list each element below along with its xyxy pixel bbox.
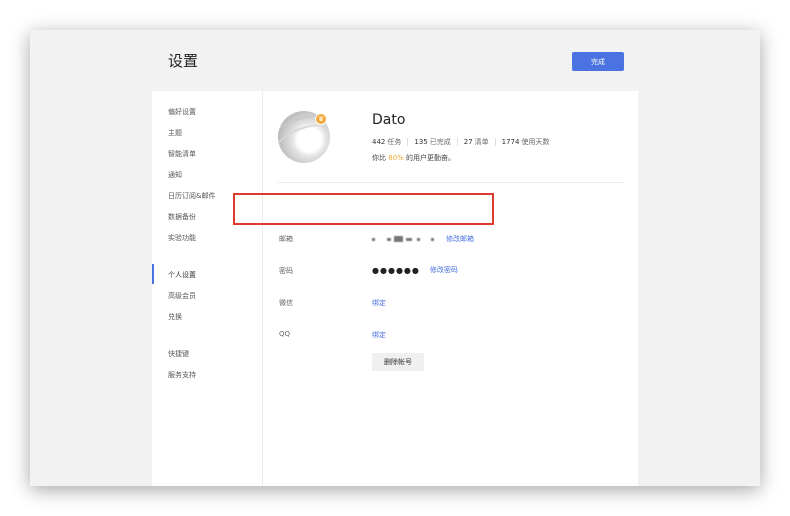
change-email-link[interactable]: 修改邮箱 bbox=[446, 234, 474, 244]
stat-tasks-label: 任务 bbox=[387, 138, 402, 146]
diligence-text: 你比 80% 的用户更勤奋。 bbox=[372, 153, 455, 163]
sidebar-item-calendar-email[interactable]: 日历订阅&邮件 bbox=[168, 191, 215, 201]
password-label: 密码 bbox=[279, 267, 293, 275]
sidebar-item-redeem[interactable]: 兑换 bbox=[168, 312, 182, 322]
settings-window: 设置 完成 偏好设置 主题 智能清单 通知 日历订阅&邮件 数据备份 实验功能 … bbox=[30, 30, 760, 486]
wechat-value: 绑定 bbox=[372, 298, 386, 308]
diligence-suffix: 的用户更勤奋。 bbox=[406, 154, 456, 162]
delete-account-button[interactable]: 删除帐号 bbox=[372, 353, 424, 371]
sidebar-item-theme[interactable]: 主题 bbox=[168, 128, 182, 138]
stat-divider bbox=[494, 138, 496, 146]
bind-wechat-link[interactable]: 绑定 bbox=[372, 298, 386, 308]
sidebar-item-premium[interactable]: 高级会员 bbox=[168, 291, 196, 301]
done-button[interactable]: 完成 bbox=[572, 52, 624, 71]
bind-qq-link[interactable]: 绑定 bbox=[372, 330, 386, 340]
email-label: 邮箱 bbox=[279, 235, 293, 243]
crown-icon: ♛ bbox=[315, 113, 327, 125]
profile-divider bbox=[278, 182, 624, 183]
sidebar-item-support[interactable]: 服务支持 bbox=[168, 370, 196, 380]
user-stats: 442 任务 135 已完成 27 清单 1774 使用天数 bbox=[372, 137, 550, 147]
active-indicator bbox=[152, 264, 154, 284]
diligence-prefix: 你比 bbox=[372, 154, 386, 162]
stat-tasks-count: 442 bbox=[372, 138, 386, 146]
change-password-link[interactable]: 修改密码 bbox=[430, 265, 458, 275]
sidebar-item-backup[interactable]: 数据备份 bbox=[168, 212, 196, 222]
wechat-label: 微信 bbox=[279, 299, 293, 307]
password-masked: ●●●●●● bbox=[372, 265, 420, 275]
qq-value: 绑定 bbox=[372, 330, 386, 340]
stat-days-count: 1774 bbox=[501, 138, 520, 146]
stat-lists-count: 27 bbox=[463, 138, 473, 146]
password-value: ●●●●●● 修改密码 bbox=[372, 265, 458, 275]
sidebar-item-smart-lists[interactable]: 智能清单 bbox=[168, 149, 196, 159]
sidebar-item-preferences[interactable]: 偏好设置 bbox=[168, 107, 196, 117]
account-content: ♛ Dato 442 任务 135 已完成 27 清单 1774 使用天数 你比… bbox=[263, 91, 638, 486]
email-value: 修改邮箱 bbox=[372, 234, 474, 244]
sidebar-item-labs[interactable]: 实验功能 bbox=[168, 233, 196, 243]
qq-label: QQ bbox=[279, 330, 291, 338]
diligence-percent: 80% bbox=[388, 154, 404, 162]
username: Dato bbox=[372, 112, 406, 128]
page-title: 设置 bbox=[168, 52, 199, 70]
email-redacted bbox=[372, 236, 434, 242]
stat-completed-count: 135 bbox=[414, 138, 428, 146]
sidebar-item-notifications[interactable]: 通知 bbox=[168, 170, 182, 180]
settings-panel: 偏好设置 主题 智能清单 通知 日历订阅&邮件 数据备份 实验功能 个人设置 高… bbox=[152, 91, 638, 486]
stat-divider bbox=[407, 138, 409, 146]
settings-sidebar: 偏好设置 主题 智能清单 通知 日历订阅&邮件 数据备份 实验功能 个人设置 高… bbox=[152, 91, 263, 486]
stat-days-label: 使用天数 bbox=[521, 138, 550, 146]
sidebar-item-shortcuts[interactable]: 快捷键 bbox=[168, 349, 189, 359]
sidebar-item-account[interactable]: 个人设置 bbox=[168, 270, 196, 280]
stat-lists-label: 清单 bbox=[474, 138, 489, 146]
stat-divider bbox=[456, 138, 458, 146]
stat-completed-label: 已完成 bbox=[429, 138, 451, 146]
